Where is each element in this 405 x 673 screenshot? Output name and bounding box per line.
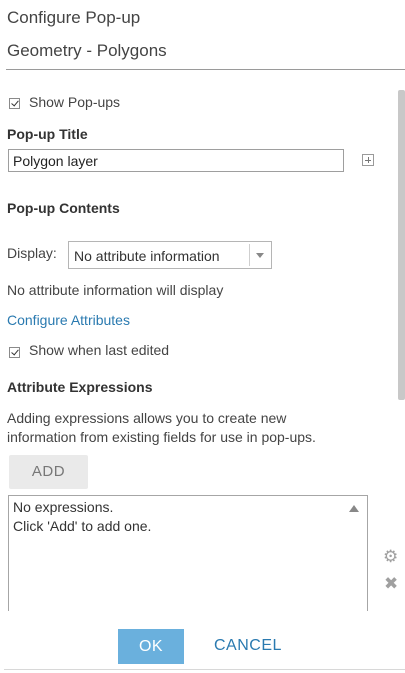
- display-label: Display:: [7, 245, 57, 261]
- show-popups-checkbox[interactable]: [9, 96, 20, 114]
- gear-icon[interactable]: ⚙: [383, 548, 398, 565]
- popup-title-input[interactable]: [8, 149, 344, 172]
- expressions-description-line1: Adding expressions allows you to create …: [7, 410, 287, 426]
- expressions-empty-line2: Click 'Add' to add one.: [13, 518, 152, 534]
- add-expression-button[interactable]: ADD: [9, 455, 88, 489]
- expressions-list[interactable]: No expressions. Click 'Add' to add one.: [8, 495, 368, 611]
- display-select-value: No attribute information: [74, 248, 220, 264]
- scroll-up-icon[interactable]: [349, 505, 359, 512]
- select-divider: [249, 244, 250, 266]
- checkbox-check-icon[interactable]: [9, 347, 20, 358]
- delete-x-icon[interactable]: ✖: [384, 575, 398, 592]
- checkbox-check-icon[interactable]: [9, 98, 20, 109]
- attribute-info-text: No attribute information will display: [7, 282, 224, 298]
- configure-attributes-link[interactable]: Configure Attributes: [7, 312, 130, 328]
- show-popups-label: Show Pop-ups: [29, 94, 121, 110]
- attribute-expressions-heading: Attribute Expressions: [7, 379, 153, 395]
- show-last-edited-checkbox[interactable]: [9, 345, 20, 363]
- show-last-edited-label: Show when last edited: [29, 342, 170, 358]
- display-select[interactable]: No attribute information: [68, 241, 272, 269]
- panel-scrollbar[interactable]: [398, 90, 405, 400]
- footer-divider: [4, 669, 405, 670]
- cancel-button[interactable]: CANCEL: [214, 637, 282, 655]
- dialog-subtitle: Geometry - Polygons: [7, 41, 167, 60]
- ok-button[interactable]: OK: [118, 629, 184, 664]
- popup-contents-heading: Pop-up Contents: [7, 200, 120, 216]
- popup-title-heading: Pop-up Title: [7, 126, 88, 142]
- expressions-empty-line1: No expressions.: [13, 499, 114, 515]
- dialog-title: Configure Pop-up: [7, 8, 141, 27]
- plus-box-icon[interactable]: [362, 154, 374, 166]
- header-divider: [6, 69, 405, 70]
- chevron-down-icon[interactable]: [256, 253, 264, 258]
- expressions-description-line2: information from existing fields for use…: [7, 429, 316, 445]
